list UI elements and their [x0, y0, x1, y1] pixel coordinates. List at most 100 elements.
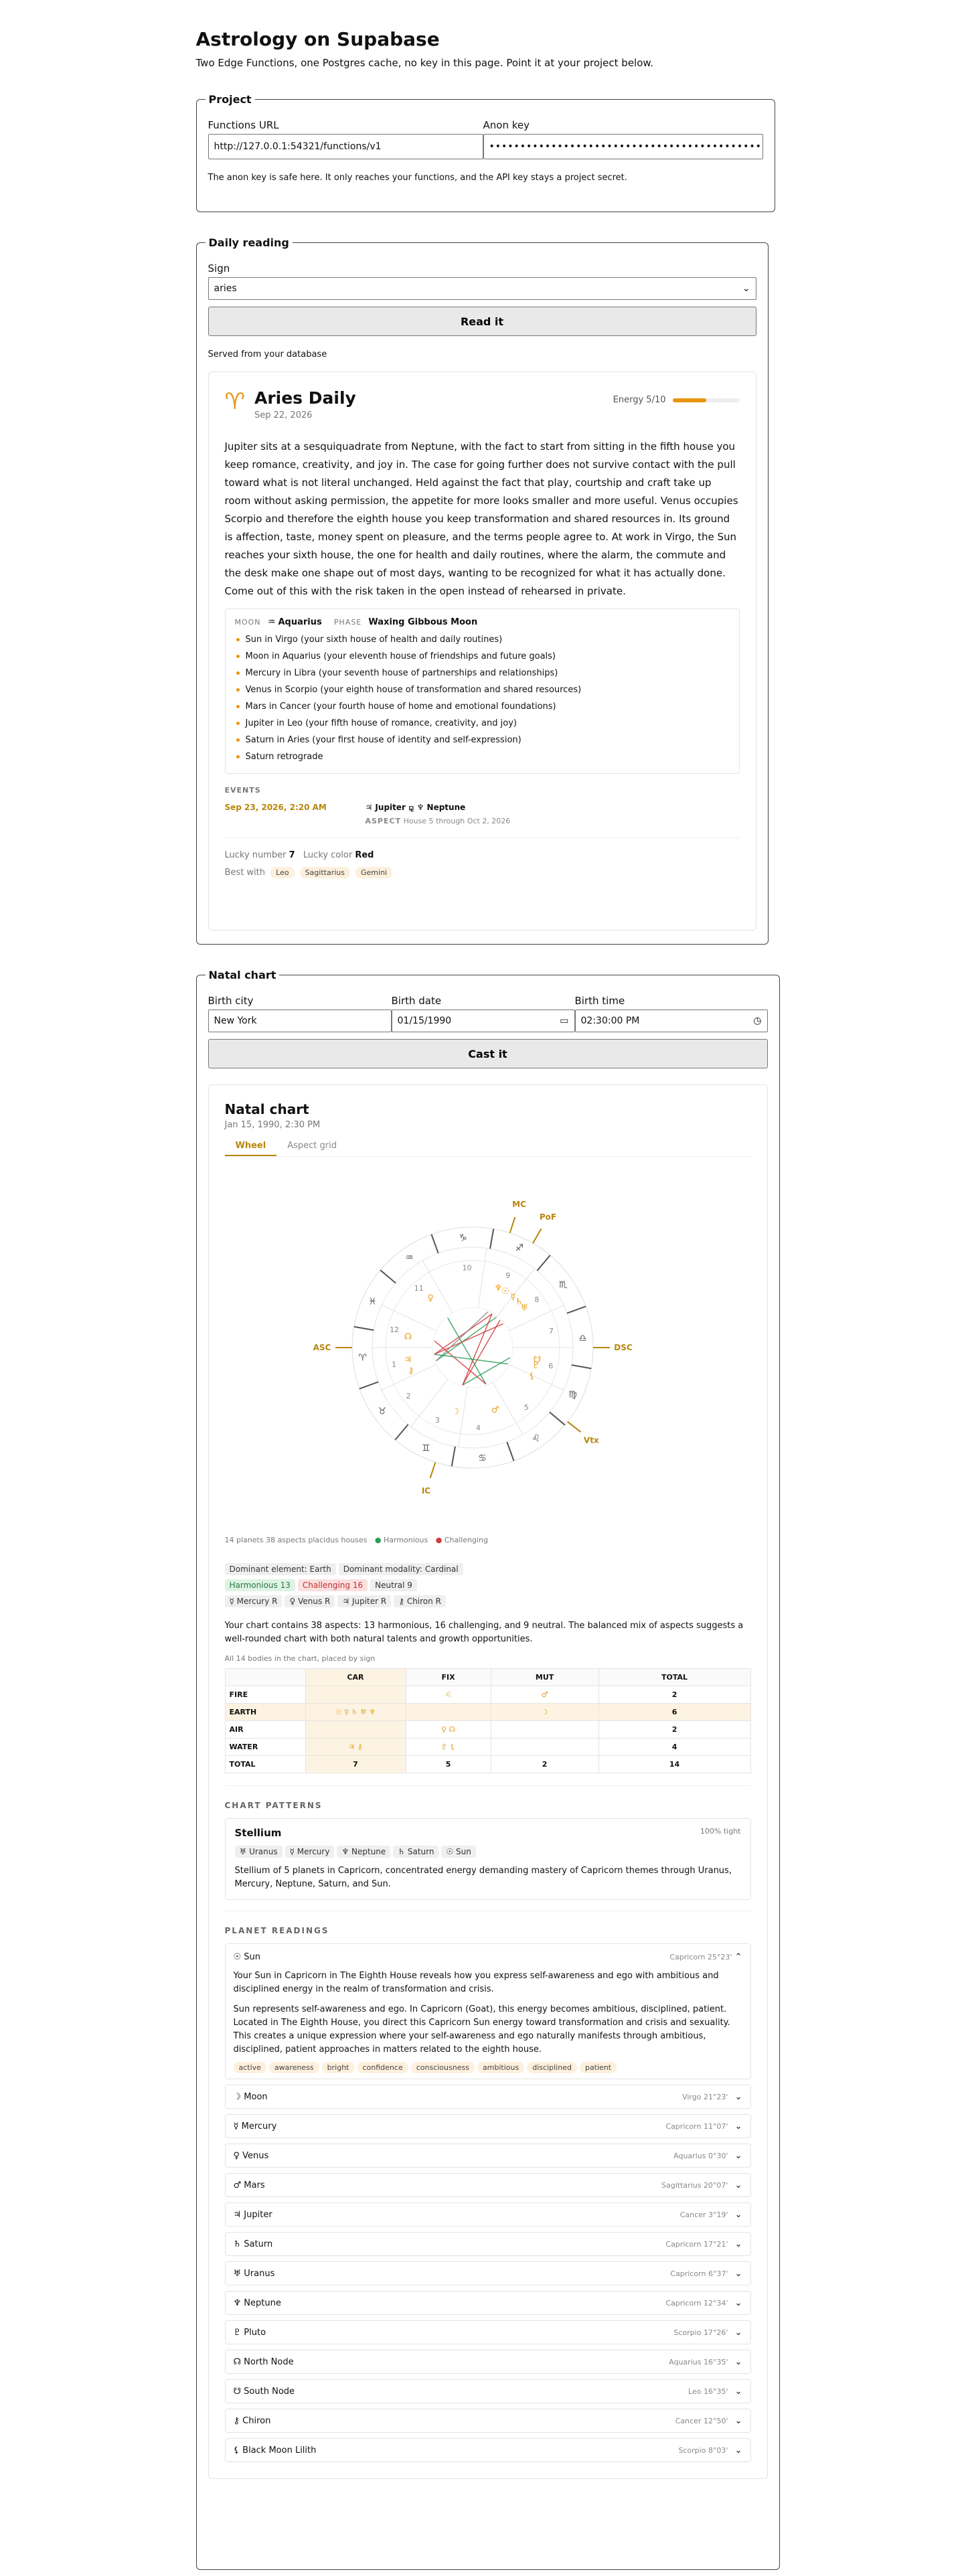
chevron-down-icon[interactable]: ⌄: [732, 2239, 742, 2249]
table-header: MUT: [490, 1668, 599, 1686]
best-with-tag: Sagittarius: [299, 867, 350, 878]
planet-reading-row[interactable]: ♀ Venus Aquarius 0°30' ⌄: [224, 2144, 751, 2168]
table-cell: 2: [490, 1755, 599, 1773]
table-cell: [490, 1720, 599, 1739]
harmonious-dot-icon: ●: [374, 1536, 382, 1544]
house-number: 10: [462, 1263, 471, 1272]
planet-reading-sun[interactable]: ☉ Sun Capricorn 25°23' ⌃ Your Sun in Cap…: [224, 1943, 751, 2079]
element-table: CAR FIX MUT TOTAL FIRE ♌ ♂ 2 EARTH ☉ ☿ ♄ ♅ ♆ ☽ 6 AIR…: [224, 1668, 751, 1773]
planet-position: Capricorn 12°34': [665, 2298, 728, 2308]
planet-reading-row[interactable]: ☽ Moon Virgo 21°23' ⌄: [224, 2085, 751, 2109]
pattern-chip: ☿ Mercury: [285, 1846, 335, 1858]
cast-it-button[interactable]: Cast it: [208, 1039, 768, 1068]
moon-label: MOON: [234, 618, 261, 627]
clock-icon[interactable]: ◷: [753, 1016, 761, 1026]
chevron-down-icon[interactable]: ⌄: [732, 2328, 742, 2338]
daily-legend: Daily reading: [208, 236, 289, 249]
functions-url-input[interactable]: http://127.0.0.1:54321/functions/v1: [208, 134, 483, 159]
pattern-chip: ♄ Saturn: [393, 1846, 439, 1858]
pattern-tight: 100% tight: [700, 1827, 741, 1836]
planet-reading-row[interactable]: ☋ South Node Leo 16°35' ⌄: [224, 2379, 751, 2403]
planet-glyph-icon: ☉: [501, 1287, 509, 1297]
sign-divider: [394, 1424, 408, 1441]
natal-wheel: ♈♉♊♋♌♍♎♏♐♑♒♓123456789101112ASC DSCMCICPoF…: [313, 1200, 632, 1496]
table-cell: ♃ ⚷: [305, 1738, 406, 1756]
sign-select[interactable]: aries ⌄: [208, 277, 756, 300]
sign-divider: [379, 1269, 396, 1284]
sun-tag: disciplined: [527, 2062, 577, 2073]
chevron-down-icon[interactable]: ⌄: [732, 2121, 742, 2131]
read-it-button[interactable]: Read it: [208, 307, 756, 336]
tab-aspect-grid[interactable]: Aspect grid: [276, 1141, 347, 1156]
chevron-down-icon[interactable]: ⌄: [732, 2180, 742, 2190]
table-cell: ♂: [490, 1686, 599, 1704]
chevron-down-icon[interactable]: ⌄: [732, 2298, 742, 2308]
birth-city-input[interactable]: New York: [208, 1010, 392, 1032]
planet-reading-row[interactable]: ♃ Jupiter Cancer 3°19' ⌄: [224, 2202, 751, 2227]
house-number: 12: [390, 1325, 399, 1334]
chevron-down-icon[interactable]: ⌄: [732, 2092, 742, 2102]
planet-reading-list: ☽ Moon Virgo 21°23' ⌄ ☿ Mercury Capricorn 1…: [224, 2085, 751, 2462]
chevron-down-icon[interactable]: ⌄: [732, 2387, 742, 2397]
transit-item: Venus in Scorpio (your eighth house of t…: [235, 681, 730, 698]
table-cell: 14: [598, 1755, 751, 1773]
chevron-up-icon[interactable]: ⌃: [735, 1952, 742, 1962]
birth-date-input[interactable]: 01/15/1990 ▭: [391, 1010, 575, 1032]
planet-reading-row[interactable]: ♅ Uranus Capricorn 6°37' ⌄: [224, 2261, 751, 2285]
table-header: [224, 1668, 306, 1686]
planet-reading-row[interactable]: ☊ North Node Aquarius 16°35' ⌄: [224, 2350, 751, 2374]
chevron-down-icon[interactable]: ⌄: [732, 2151, 742, 2161]
planet-reading-row[interactable]: ⚷ Chiron Cancer 12°50' ⌄: [224, 2409, 751, 2433]
calendar-icon[interactable]: ▭: [560, 1016, 568, 1026]
planet-position: Leo 16°35': [688, 2387, 728, 2396]
sun-reading-name: ☉ Sun: [233, 1951, 261, 1962]
planet-reading-row[interactable]: ♂ Mars Sagittarius 20°07' ⌄: [224, 2173, 751, 2197]
mc-label: MC: [512, 1200, 526, 1209]
dominant-chips: Dominant element: Earth Dominant modality…: [224, 1562, 751, 1578]
table-header: CAR: [305, 1668, 406, 1686]
chevron-down-icon[interactable]: ⌄: [732, 2210, 742, 2220]
table-cell: 6: [598, 1703, 751, 1721]
chart-overview: Your chart contains 38 aspects: 13 harmo…: [224, 1621, 744, 1644]
sign-divider: [353, 1325, 374, 1331]
retrograde-chips: ☿ Mercury R ♀ Venus R ♃ Jupiter R ⚷ Chiron …: [224, 1594, 751, 1610]
planet-position: Capricorn 11°07': [665, 2121, 728, 2131]
house-number: 6: [548, 1362, 553, 1370]
sun-reading-p2: Sun represents self-awareness and ego. I…: [233, 2004, 730, 2055]
planet-reading-row[interactable]: ♇ Pluto Scorpio 17°26' ⌄: [224, 2320, 751, 2344]
chevron-down-icon[interactable]: ⌄: [732, 2357, 742, 2367]
chevron-down-icon: ⌄: [742, 283, 750, 294]
planet-meta: Scorpio 17°26' ⌄: [673, 2328, 742, 2338]
planet-name: ♆ Neptune: [233, 2298, 281, 2308]
planet-name: ♂ Mars: [233, 2180, 265, 2190]
planet-name: ♃ Jupiter: [233, 2209, 272, 2220]
planet-name: ⚸ Black Moon Lilith: [233, 2445, 317, 2456]
zodiac-sign-icon: ♐: [515, 1242, 524, 1253]
project-section: Project Functions URL http://127.0.0.1:5…: [195, 93, 775, 212]
anon-key-input[interactable]: ••••••••••••••••••••••••••••••••••••••••…: [483, 134, 763, 159]
natal-title: Natal chart: [224, 1101, 309, 1117]
served-note: Served from your database: [208, 349, 327, 359]
sign-divider: [548, 1411, 566, 1426]
sign-label: Sign: [208, 262, 230, 274]
planet-name: ♀ Venus: [233, 2150, 269, 2161]
axis-line: [429, 1461, 436, 1479]
daily-date: Sep 22, 2026: [254, 410, 313, 420]
house-number: 4: [475, 1424, 480, 1433]
sign-divider: [359, 1381, 378, 1390]
planet-reading-row[interactable]: ☿ Mercury Capricorn 11°07' ⌄: [224, 2114, 751, 2138]
natal-legend: Natal chart: [208, 969, 276, 981]
planet-reading-row[interactable]: ⚸ Black Moon Lilith Scorpio 8°03' ⌄: [224, 2438, 751, 2462]
planet-reading-row[interactable]: ♄ Saturn Capricorn 17°21' ⌄: [224, 2232, 751, 2256]
tab-wheel[interactable]: Wheel: [224, 1141, 277, 1156]
daily-card: ♈ Aries Daily Sep 22, 2026 Energy 5/10 J…: [208, 372, 756, 931]
chevron-down-icon[interactable]: ⌄: [732, 2445, 742, 2456]
energy-bar: [672, 398, 740, 402]
birth-time-input[interactable]: 02:30:00 PM ◷: [574, 1010, 768, 1032]
planet-glyph-icon: ⚸: [529, 1371, 536, 1381]
planet-reading-row[interactable]: ♆ Neptune Capricorn 12°34' ⌄: [224, 2291, 751, 2315]
chevron-down-icon[interactable]: ⌄: [732, 2269, 742, 2279]
chevron-down-icon[interactable]: ⌄: [732, 2416, 742, 2426]
house-number: 9: [505, 1271, 510, 1280]
planet-name: ♇ Pluto: [233, 2327, 266, 2338]
